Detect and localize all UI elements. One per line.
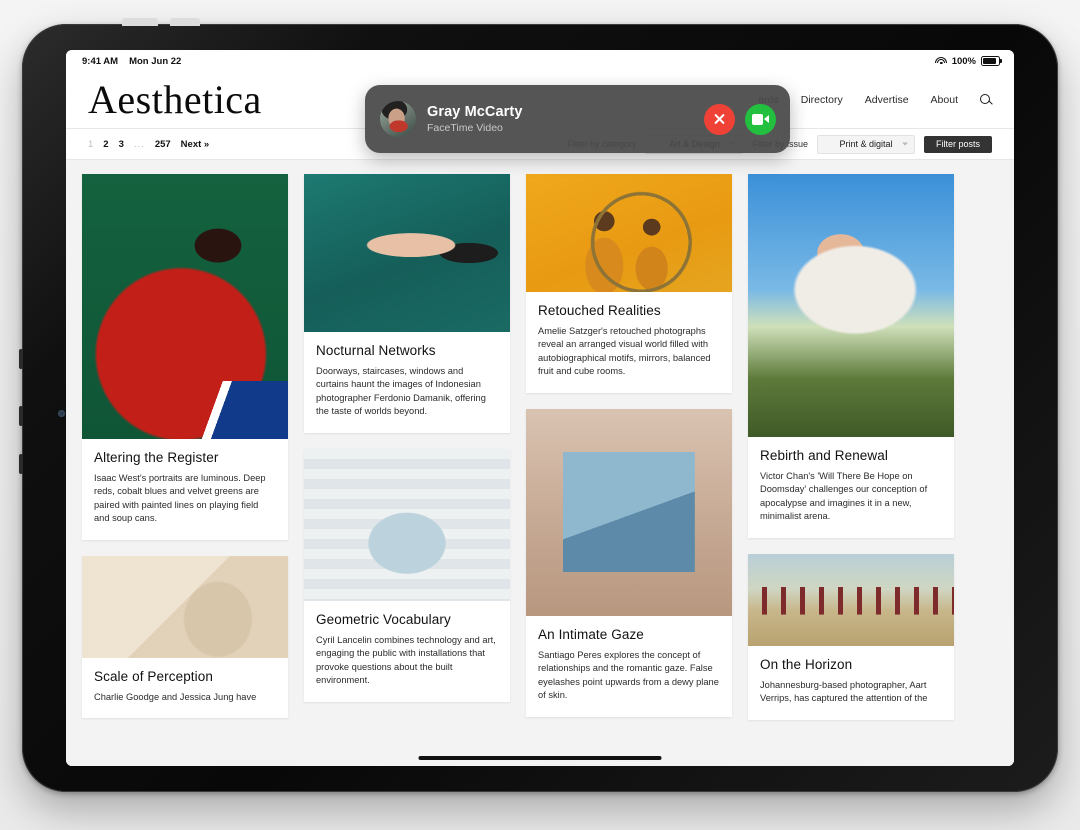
article-body: Geometric Vocabulary Cyril Lancelin comb… xyxy=(304,601,510,702)
article-thumbnail xyxy=(82,174,288,439)
nav-item-directory[interactable]: Directory xyxy=(801,94,843,106)
article-card[interactable]: Altering the Register Isaac West's portr… xyxy=(82,174,288,540)
article-body: An Intimate Gaze Santiago Peres explores… xyxy=(526,616,732,717)
video-camera-icon xyxy=(752,113,769,125)
search-icon[interactable] xyxy=(980,94,992,106)
facetime-call-banner[interactable]: Gray McCarty FaceTime Video xyxy=(365,85,790,153)
article-column-2: Nocturnal Networks Doorways, staircases,… xyxy=(304,174,510,702)
article-title[interactable]: Geometric Vocabulary xyxy=(316,612,498,627)
volume-up-button[interactable] xyxy=(122,18,158,26)
article-thumbnail xyxy=(748,553,954,646)
site-logo[interactable]: Aesthetica xyxy=(88,80,262,120)
pagination: 1 2 3 ... 257 Next » xyxy=(88,139,209,150)
accept-call-button[interactable] xyxy=(745,103,776,135)
status-date: Mon Jun 22 xyxy=(129,55,182,67)
article-card[interactable]: On the Horizon Johannesburg-based photog… xyxy=(748,553,954,720)
article-body: Altering the Register Isaac West's portr… xyxy=(82,439,288,540)
page-3[interactable]: 3 xyxy=(119,139,124,150)
ipad-device: 9:41 AM Mon Jun 22 100% Aesthetica ards … xyxy=(19,18,1058,792)
article-card[interactable]: Nocturnal Networks Doorways, staircases,… xyxy=(304,174,510,433)
call-type-label: FaceTime Video xyxy=(427,122,503,134)
battery-icon xyxy=(981,55,1002,67)
article-body: Nocturnal Networks Doorways, staircases,… xyxy=(304,332,510,433)
article-excerpt: Victor Chan's 'Will There Be Hope on Doo… xyxy=(760,471,928,522)
filter-posts-button[interactable]: Filter posts xyxy=(924,135,992,153)
article-body: On the Horizon Johannesburg-based photog… xyxy=(748,646,954,720)
caller-info: Gray McCarty FaceTime Video xyxy=(427,104,523,134)
close-icon xyxy=(713,113,726,126)
article-thumbnail xyxy=(304,448,510,601)
caller-avatar xyxy=(380,101,416,137)
home-indicator[interactable] xyxy=(418,756,662,760)
article-card[interactable]: Retouched Realities Amelie Satzger's ret… xyxy=(526,174,732,393)
nav-item-advertise[interactable]: Advertise xyxy=(865,94,909,106)
status-bar-right: 100% xyxy=(935,55,1002,67)
page-1[interactable]: 1 xyxy=(88,139,93,150)
article-column-4: Rebirth and Renewal Victor Chan's 'Will … xyxy=(748,174,954,720)
filter-issue-value: Print & digital xyxy=(839,139,893,149)
article-thumbnail xyxy=(526,174,732,292)
article-excerpt: Isaac West's portraits are luminous. Dee… xyxy=(94,473,266,524)
article-column-1: Altering the Register Isaac West's portr… xyxy=(82,174,288,719)
battery-percent: 100% xyxy=(951,55,976,67)
article-card[interactable]: An Intimate Gaze Santiago Peres explores… xyxy=(526,408,732,717)
next-page-button[interactable]: Next » xyxy=(181,139,210,150)
call-actions xyxy=(704,103,776,135)
article-card[interactable]: Rebirth and Renewal Victor Chan's 'Will … xyxy=(748,174,954,538)
article-thumbnail xyxy=(748,174,954,437)
article-excerpt: Cyril Lancelin combines technology and a… xyxy=(316,634,496,686)
side-button-3[interactable] xyxy=(19,454,23,474)
volume-down-button[interactable] xyxy=(170,18,200,26)
article-body: Scale of Perception Charlie Goodge and J… xyxy=(82,658,288,718)
article-title[interactable]: Rebirth and Renewal xyxy=(760,448,942,463)
article-card[interactable]: Geometric Vocabulary Cyril Lancelin comb… xyxy=(304,448,510,702)
article-title[interactable]: On the Horizon xyxy=(760,657,942,672)
ios-status-bar: 9:41 AM Mon Jun 22 100% xyxy=(66,50,1014,72)
article-excerpt: Doorways, staircases, windows and curtai… xyxy=(316,366,486,417)
wifi-icon xyxy=(935,56,948,66)
main-nav: ards Directory Advertise About xyxy=(758,94,992,106)
ipad-screen: 9:41 AM Mon Jun 22 100% Aesthetica ards … xyxy=(66,50,1014,766)
article-thumbnail xyxy=(304,174,510,332)
status-bar-left: 9:41 AM Mon Jun 22 xyxy=(82,56,181,67)
article-thumbnail xyxy=(82,555,288,658)
page-2[interactable]: 2 xyxy=(103,139,108,150)
article-title[interactable]: An Intimate Gaze xyxy=(538,627,720,642)
article-body: Retouched Realities Amelie Satzger's ret… xyxy=(526,292,732,393)
pagination-ellipsis: ... xyxy=(133,138,145,150)
nav-item-about[interactable]: About xyxy=(931,94,958,106)
side-button-1[interactable] xyxy=(19,349,23,369)
front-camera xyxy=(58,410,65,417)
side-button-2[interactable] xyxy=(19,406,23,426)
decline-call-button[interactable] xyxy=(704,103,735,135)
article-title[interactable]: Scale of Perception xyxy=(94,669,276,684)
article-excerpt: Charlie Goodge and Jessica Jung have xyxy=(94,691,257,702)
article-excerpt: Santiago Peres explores the concept of r… xyxy=(538,649,719,701)
chevron-down-icon xyxy=(902,142,908,146)
filter-issue-select[interactable]: Print & digital xyxy=(817,134,915,154)
article-title[interactable]: Altering the Register xyxy=(94,450,276,465)
article-title[interactable]: Nocturnal Networks xyxy=(316,343,498,358)
article-card[interactable]: Scale of Perception Charlie Goodge and J… xyxy=(82,555,288,719)
article-column-3: Retouched Realities Amelie Satzger's ret… xyxy=(526,174,732,717)
article-title[interactable]: Retouched Realities xyxy=(538,303,720,318)
article-excerpt: Amelie Satzger's retouched photographs r… xyxy=(538,326,711,377)
article-excerpt: Johannesburg-based photographer, Aart Ve… xyxy=(760,679,928,704)
article-body: Rebirth and Renewal Victor Chan's 'Will … xyxy=(748,437,954,538)
article-thumbnail xyxy=(526,408,732,616)
article-grid: Altering the Register Isaac West's portr… xyxy=(66,160,1014,766)
caller-name: Gray McCarty xyxy=(427,104,523,120)
status-time: 9:41 AM xyxy=(82,55,119,67)
page-last[interactable]: 257 xyxy=(155,139,171,150)
